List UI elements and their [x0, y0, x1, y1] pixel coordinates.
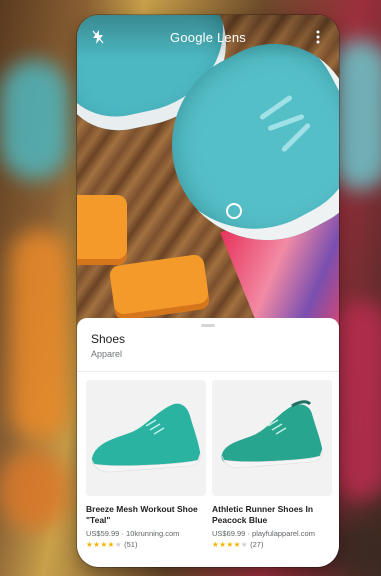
- dumbbell: [77, 195, 127, 265]
- product-rating: ★★★★★ (51): [86, 540, 206, 549]
- result-subtitle: Apparel: [91, 349, 123, 359]
- product-name[interactable]: Athletic Runner Shoes In Peacock Blue: [212, 504, 332, 526]
- focus-point-icon[interactable]: [226, 203, 242, 219]
- result-title: Shoes: [91, 332, 126, 346]
- product-image: [86, 380, 206, 496]
- product-price-store: US$69.99 · playfulapparel.com: [212, 529, 315, 538]
- phone-screen: Google Lens Shoes Apparel Breeze Mesh Wo…: [77, 15, 339, 567]
- camera-viewfinder[interactable]: Google Lens: [77, 15, 339, 327]
- product-card[interactable]: Athletic Runner Shoes In Peacock Blue US…: [212, 380, 332, 549]
- app-title: Google Lens: [170, 29, 246, 45]
- drag-handle[interactable]: [201, 324, 215, 327]
- flash-off-icon[interactable]: [89, 28, 107, 46]
- product-rating: ★★★★★ (27): [212, 540, 332, 549]
- shoe-icon: [91, 403, 201, 473]
- result-header: Shoes Apparel: [91, 332, 125, 359]
- product-name[interactable]: Breeze Mesh Workout Shoe "Teal": [86, 504, 206, 526]
- review-count: (27): [250, 540, 264, 549]
- product-price-store: US$59.99 · 10krunning.com: [86, 529, 180, 538]
- results-sheet: Shoes Apparel Breeze Mesh Workout Shoe "…: [77, 318, 339, 567]
- star-rating-icon: ★★★★★: [86, 540, 123, 549]
- camera-top-bar: Google Lens: [77, 15, 339, 59]
- divider: [77, 371, 339, 372]
- product-image: [212, 380, 332, 496]
- background-blur: [10, 230, 70, 440]
- background-blur: [0, 450, 70, 530]
- shoe-icon: [221, 400, 323, 469]
- star-rating-icon: ★★★★★: [212, 540, 249, 549]
- background-blur: [0, 60, 70, 180]
- review-count: (51): [124, 540, 138, 549]
- product-card[interactable]: Breeze Mesh Workout Shoe "Teal" US$59.99…: [86, 380, 206, 549]
- more-vert-icon[interactable]: [309, 28, 327, 46]
